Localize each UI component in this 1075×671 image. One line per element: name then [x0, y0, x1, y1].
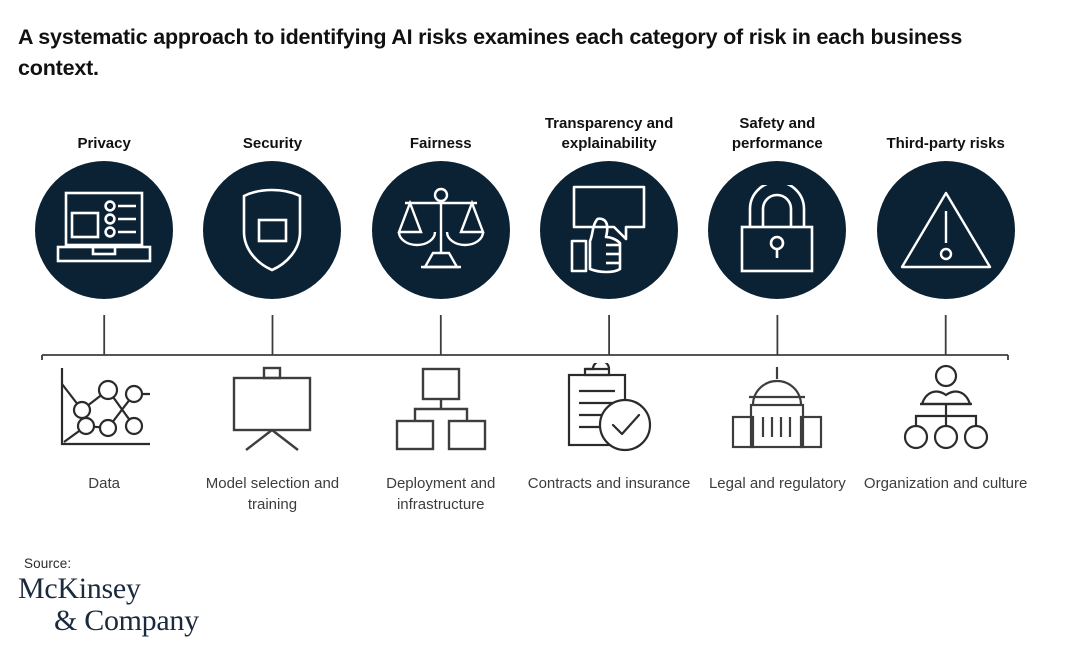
risk-category-security: Security: [188, 112, 356, 299]
business-context-deployment: Deployment and infrastructure: [357, 362, 525, 515]
person-org-chart-icon: [900, 362, 992, 454]
business-contexts-row: Data Model selection and training Deploy…: [20, 362, 1030, 515]
padlock-icon: [738, 185, 816, 275]
source-label: Source:: [24, 556, 72, 571]
business-context-model-selection: Model selection and training: [188, 362, 356, 515]
government-building-icon: [731, 362, 823, 454]
risk-category-transparency: Transparency and explainability: [525, 112, 693, 299]
risk-categories-row: Privacy Security Fairness Transparency a…: [20, 112, 1030, 299]
risk-category-privacy: Privacy: [20, 112, 188, 299]
mckinsey-logo-line1: McKinsey: [18, 572, 141, 605]
thumbs-up-speech-bubble-icon: [566, 185, 652, 275]
line-chart-icon: [56, 362, 152, 454]
risk-category-label: Safety and performance: [731, 115, 823, 153]
mckinsey-logo-line2: & Company: [54, 604, 199, 637]
business-context-label: Organization and culture: [863, 475, 1028, 492]
business-context-label: Data: [88, 475, 120, 492]
shield-icon: [232, 186, 312, 274]
business-context-label: Deployment and infrastructure: [386, 475, 496, 513]
risk-category-icon-circle: [540, 161, 679, 299]
business-context-data: Data: [20, 362, 188, 515]
risk-category-icon-circle: [708, 161, 847, 299]
business-context-label: Model selection and training: [205, 475, 340, 513]
page-title: A systematic approach to identifying AI …: [18, 25, 963, 80]
risk-category-fairness: Fairness: [357, 112, 525, 299]
business-context-label: Legal and regulatory: [708, 475, 846, 492]
risk-category-label: Transparency and explainability: [544, 115, 674, 153]
risk-category-third-party: Third-party risks: [861, 112, 1029, 299]
risk-category-label: Fairness: [409, 135, 472, 153]
risk-category-icon-circle: [371, 161, 510, 299]
presentation-board-icon: [226, 362, 318, 454]
connector-bracket: [20, 315, 1030, 367]
business-context-legal: Legal and regulatory: [693, 362, 861, 515]
business-context-contracts: Contracts and insurance: [525, 362, 693, 515]
risk-category-icon-circle: [876, 161, 1015, 299]
risk-category-label: Security: [242, 135, 303, 153]
hierarchy-boxes-icon: [395, 362, 487, 454]
risk-category-icon-circle: [35, 161, 174, 299]
risk-category-label: Third-party risks: [886, 135, 1005, 153]
business-context-organization: Organization and culture: [861, 362, 1029, 515]
business-context-label: Contracts and insurance: [527, 475, 691, 492]
balance-scales-icon: [395, 185, 487, 275]
warning-triangle-icon: [899, 189, 993, 271]
risk-category-label: Privacy: [77, 135, 131, 153]
mckinsey-logo: McKinsey & Company: [18, 574, 248, 638]
clipboard-check-icon: [563, 362, 655, 454]
risk-category-safety: Safety and performance: [693, 112, 861, 299]
risk-category-icon-circle: [203, 161, 342, 299]
laptop-list-icon: [56, 187, 152, 273]
